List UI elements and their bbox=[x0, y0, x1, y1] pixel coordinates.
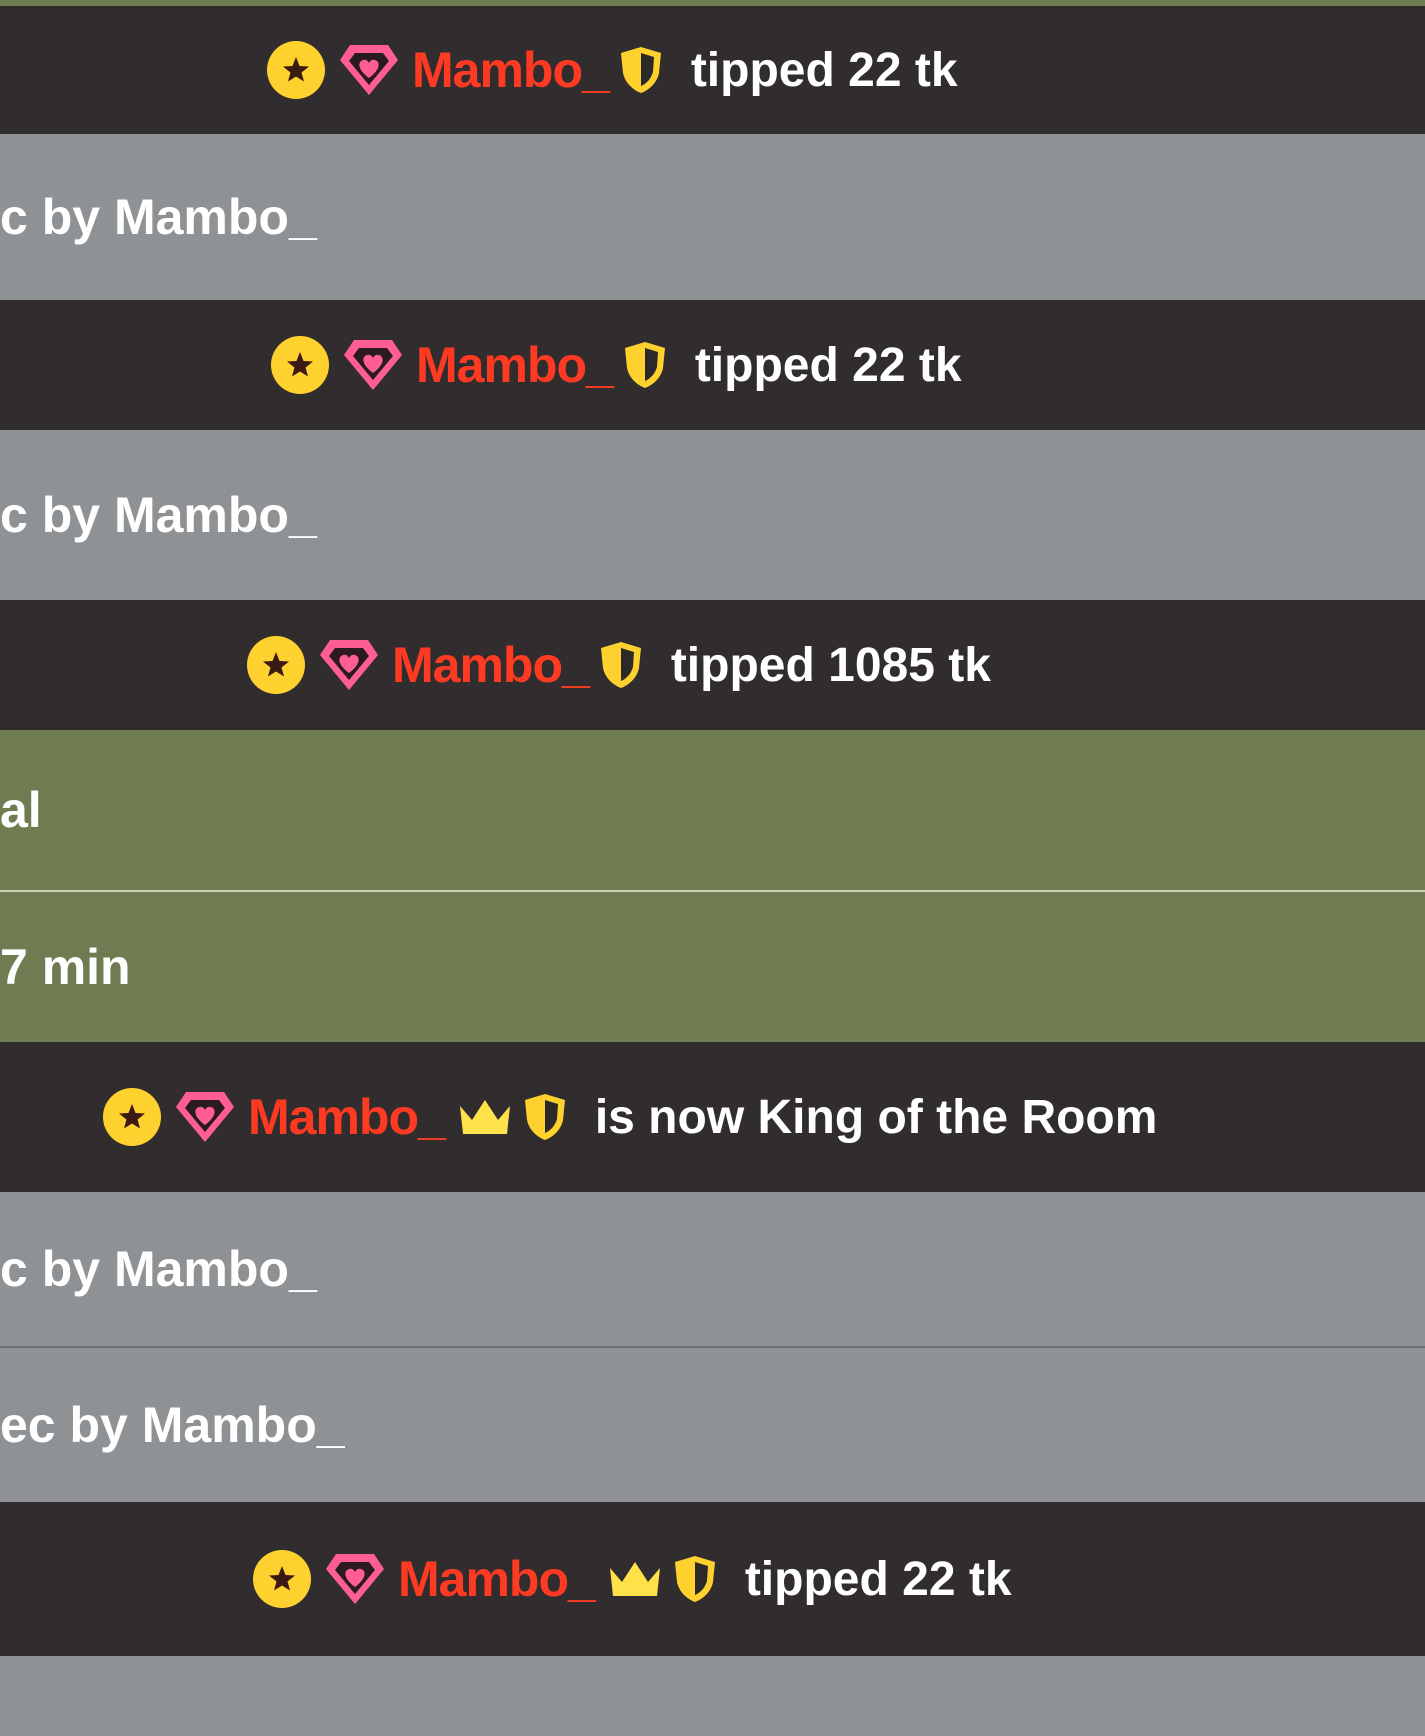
chat-message: is now King of the Room bbox=[594, 1090, 1158, 1144]
chat-message: tipped 22 tk bbox=[744, 1552, 1012, 1606]
chat-row-notice: ec by Mambo_ bbox=[0, 1346, 1425, 1502]
highlight-text: al bbox=[0, 782, 42, 838]
chat-row-highlight: al bbox=[0, 730, 1425, 890]
chat-row-tip: Mambo_ tipped 22 tk bbox=[0, 1502, 1425, 1656]
chat-row-highlight: 7 min bbox=[0, 890, 1425, 1042]
chat-row-king: Mambo_ is now King of the Room bbox=[0, 1042, 1425, 1192]
star-badge-icon bbox=[266, 40, 326, 100]
username[interactable]: Mambo_ bbox=[416, 336, 614, 394]
chat-row-tip: Mambo_ tipped 22 tk bbox=[0, 300, 1425, 430]
gem-icon bbox=[318, 637, 380, 693]
username[interactable]: Mambo_ bbox=[248, 1088, 446, 1146]
chat-row-notice: c by Mambo_ bbox=[0, 1192, 1425, 1346]
chat-row-notice-partial bbox=[0, 1656, 1425, 1736]
star-badge-icon bbox=[252, 1549, 312, 1609]
chat-row-notice: c by Mambo_ bbox=[0, 134, 1425, 300]
crown-icon bbox=[457, 1096, 513, 1138]
shield-icon bbox=[619, 45, 663, 95]
notice-text: c by Mambo_ bbox=[0, 189, 317, 245]
star-badge-icon bbox=[246, 635, 306, 695]
shield-icon bbox=[623, 340, 667, 390]
notice-text: c by Mambo_ bbox=[0, 1241, 317, 1297]
chat-message: tipped 22 tk bbox=[694, 338, 962, 392]
chat-row-tip: Mambo_ tipped 1085 tk bbox=[0, 600, 1425, 730]
username[interactable]: Mambo_ bbox=[398, 1550, 596, 1608]
highlight-text: 7 min bbox=[0, 939, 131, 995]
gem-icon bbox=[174, 1089, 236, 1145]
gem-icon bbox=[338, 42, 400, 98]
username[interactable]: Mambo_ bbox=[392, 636, 590, 694]
gem-icon bbox=[324, 1551, 386, 1607]
notice-text: ec by Mambo_ bbox=[0, 1397, 345, 1453]
chat-row-tip: Mambo_ tipped 22 tk bbox=[0, 6, 1425, 134]
gem-icon bbox=[342, 337, 404, 393]
chat-row-notice: c by Mambo_ bbox=[0, 430, 1425, 600]
shield-icon bbox=[673, 1554, 717, 1604]
star-badge-icon bbox=[102, 1087, 162, 1147]
notice-text: c by Mambo_ bbox=[0, 487, 317, 543]
star-badge-icon bbox=[270, 335, 330, 395]
username[interactable]: Mambo_ bbox=[412, 41, 610, 99]
shield-icon bbox=[523, 1092, 567, 1142]
crown-icon bbox=[607, 1558, 663, 1600]
chat-message: tipped 22 tk bbox=[690, 43, 958, 97]
chat-message: tipped 1085 tk bbox=[670, 638, 991, 692]
shield-icon bbox=[599, 640, 643, 690]
chat-feed: Mambo_ tipped 22 tk c by Mambo_ Mambo_ t… bbox=[0, 0, 1425, 1736]
